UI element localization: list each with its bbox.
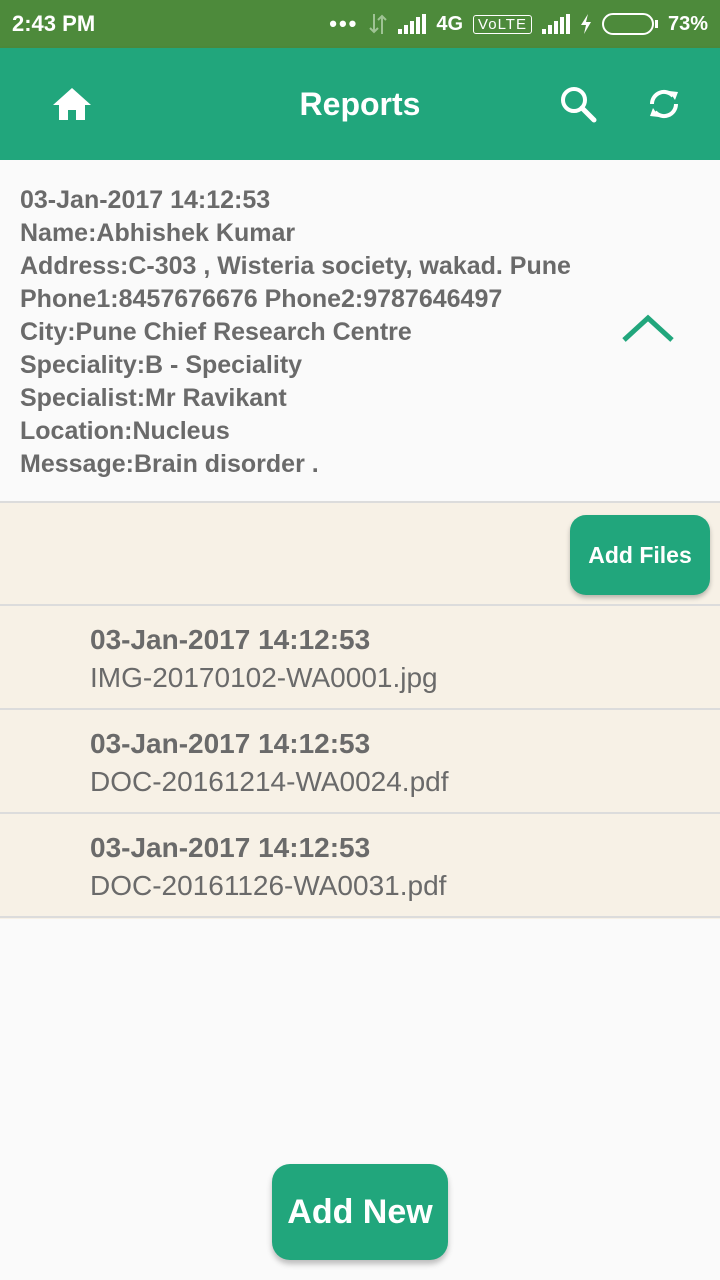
add-files-row: Add Files: [0, 503, 720, 606]
file-item[interactable]: 03-Jan-2017 14:12:53 DOC-20161126-WA0031…: [0, 814, 720, 918]
file-date: 03-Jan-2017 14:12:53: [90, 624, 371, 655]
files-section: Add Files 03-Jan-2017 14:12:53 IMG-20170…: [0, 503, 720, 919]
file-item[interactable]: 03-Jan-2017 14:12:53 IMG-20170102-WA0001…: [0, 606, 720, 710]
file-name: DOC-20161126-WA0031.pdf: [90, 870, 447, 901]
report-message: Message:Brain disorder .: [20, 450, 319, 478]
charging-icon: [580, 14, 591, 34]
report-details: 03-Jan-2017 14:12:53 Name:Abhishek Kumar…: [20, 184, 571, 481]
search-icon[interactable]: [556, 82, 600, 126]
page-title: Reports: [299, 86, 421, 122]
report-address: Address:C-303 , Wisteria society, wakad.…: [20, 252, 571, 280]
file-name: IMG-20170102-WA0001.jpg: [90, 662, 438, 693]
chevron-up-icon[interactable]: [620, 310, 676, 350]
signal-icon-2: [541, 14, 570, 34]
data-arrows-icon: [369, 14, 388, 34]
add-new-button[interactable]: Add New: [272, 1164, 448, 1260]
network-type: 4G: [436, 12, 464, 35]
add-files-button[interactable]: Add Files: [570, 515, 710, 595]
report-location: Location:Nucleus: [20, 417, 230, 445]
file-item[interactable]: 03-Jan-2017 14:12:53 DOC-20161214-WA0024…: [0, 710, 720, 814]
file-date: 03-Jan-2017 14:12:53: [90, 728, 371, 759]
report-phones: Phone1:8457676676 Phone2:9787646497: [20, 285, 503, 313]
status-time: 2:43 PM: [12, 11, 96, 36]
refresh-icon[interactable]: [640, 80, 688, 128]
report-speciality: Speciality:B - Speciality: [20, 351, 303, 379]
battery-icon: [601, 13, 658, 35]
battery-percent: 73%: [667, 12, 708, 35]
report-card[interactable]: 03-Jan-2017 14:12:53 Name:Abhishek Kumar…: [0, 160, 720, 503]
status-bar: 2:43 PM ••• 4G VoLTE 73%: [0, 0, 720, 48]
file-name: DOC-20161214-WA0024.pdf: [90, 766, 449, 797]
volte-badge: VoLTE: [473, 14, 532, 34]
notification-dots-icon: •••: [329, 11, 359, 36]
file-date: 03-Jan-2017 14:12:53: [90, 832, 371, 863]
report-city: City:Pune Chief Research Centre: [20, 318, 412, 346]
status-indicators: ••• 4G VoLTE 73%: [329, 11, 708, 37]
report-name: Name:Abhishek Kumar: [20, 219, 296, 247]
report-datetime: 03-Jan-2017 14:12:53: [20, 186, 271, 214]
report-specialist: Specialist:Mr Ravikant: [20, 384, 287, 412]
signal-icon: [398, 14, 427, 34]
app-bar: Reports: [0, 48, 720, 160]
